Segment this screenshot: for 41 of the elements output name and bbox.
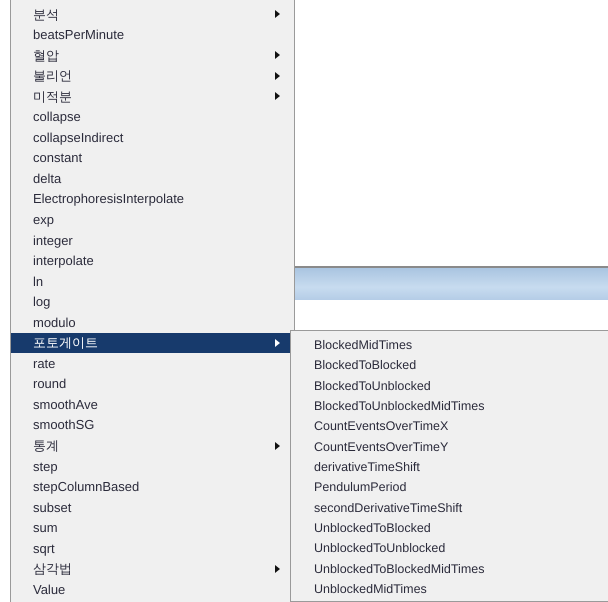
menu-item[interactable]: log xyxy=(11,292,294,312)
submenu-item[interactable]: UnblockedToUnblocked xyxy=(291,538,608,559)
menu-item[interactable]: round xyxy=(11,374,294,394)
menu-item[interactable]: beatsPerMinute xyxy=(11,24,294,46)
menu-item[interactable]: 미적분 xyxy=(11,86,294,107)
menu-item[interactable]: step xyxy=(11,456,294,477)
submenu-item[interactable]: CountEventsOverTimeY xyxy=(291,436,608,458)
menu-item[interactable]: 분석 xyxy=(11,4,294,25)
submenu-item[interactable]: BlockedToBlocked xyxy=(291,355,608,376)
menu-item[interactable]: constant xyxy=(11,148,294,168)
menu-item[interactable]: 혈압 xyxy=(11,45,294,66)
submenu-item[interactable]: derivativeTimeShift xyxy=(291,457,608,478)
menu-item[interactable]: 통계 xyxy=(11,435,294,456)
submenu-item[interactable]: UnblockedToBlocked xyxy=(291,518,608,538)
menu-item[interactable]: exp xyxy=(11,209,294,230)
menu-item[interactable]: smoothSG xyxy=(11,414,294,436)
menu-item[interactable]: smoothAve xyxy=(11,394,294,415)
submenu-item[interactable]: UnblockedMidTimes xyxy=(291,579,608,600)
submenu-item[interactable]: BlockedMidTimes xyxy=(291,335,608,356)
menu-item[interactable]: 삼각법 xyxy=(11,558,294,580)
menu-item[interactable]: sum xyxy=(11,518,294,538)
menu-item[interactable]: delta xyxy=(11,168,294,189)
submenu-item[interactable]: BlockedToUnblockedMidTimes xyxy=(291,396,608,416)
submenu-item[interactable]: UnblockedToBlockedMidTimes xyxy=(291,558,608,580)
menu-item[interactable]: ln xyxy=(11,271,294,292)
menu-item[interactable]: stepColumnBased xyxy=(11,476,294,498)
menu-item[interactable]: modulo xyxy=(11,312,294,333)
menu-item[interactable]: sqrt xyxy=(11,538,294,559)
menu-item[interactable]: Value xyxy=(11,579,294,600)
menu-item[interactable]: interpolate xyxy=(11,250,294,272)
menu-item[interactable]: ElectrophoresisInterpolate xyxy=(11,188,294,210)
submenu-item[interactable]: CountEventsOverTimeX xyxy=(291,416,608,437)
submenu-item[interactable]: secondDerivativeTimeShift xyxy=(291,498,608,518)
menu-item[interactable]: collapse xyxy=(11,106,294,128)
menu-item[interactable]: rate xyxy=(11,353,294,374)
menu-item[interactable]: collapseIndirect xyxy=(11,127,294,148)
menu-item[interactable]: integer xyxy=(11,230,294,251)
menu-item[interactable]: subset xyxy=(11,497,294,518)
submenu-item[interactable]: PendulumPeriod xyxy=(291,477,608,498)
submenu-item[interactable]: BlockedToUnblocked xyxy=(291,376,608,396)
menu-item[interactable]: 불리언 xyxy=(11,66,294,86)
